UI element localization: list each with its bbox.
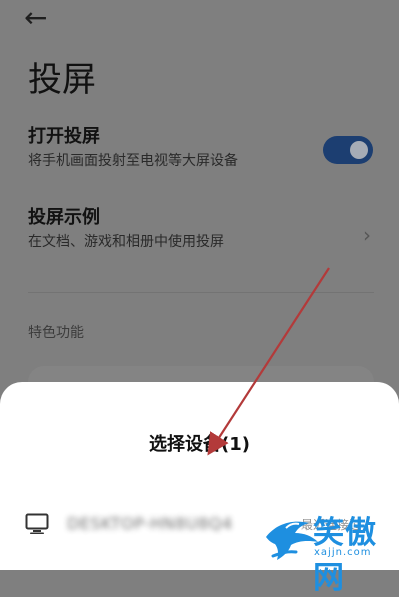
cast-examples-setting[interactable]: 投屏示例 在文档、游戏和相册中使用投屏 › [28, 207, 373, 255]
watermark-logo: 笑傲网 xajjn.com [263, 506, 391, 596]
divider [28, 292, 374, 293]
device-name: DESKTOP-HN8U8Q4 [67, 514, 233, 533]
back-button[interactable]: ← [24, 4, 60, 32]
toggle-knob [350, 141, 368, 159]
chevron-right-icon: › [363, 223, 371, 247]
open-cast-setting[interactable]: 打开投屏 将手机画面投射至电视等大屏设备 [28, 126, 373, 174]
back-arrow-icon: ← [24, 1, 48, 34]
page-title: 投屏 [28, 60, 96, 100]
watermark-subtitle: xajjn.com [314, 547, 372, 558]
open-cast-title: 打开投屏 [28, 126, 100, 147]
section-header-featured: 特色功能 [28, 325, 84, 341]
cast-examples-description: 在文档、游戏和相册中使用投屏 [28, 234, 224, 250]
cast-examples-title: 投屏示例 [28, 207, 100, 228]
monitor-icon [25, 513, 49, 534]
open-cast-description: 将手机画面投射至电视等大屏设备 [28, 153, 238, 169]
sheet-title: 选择设备(1) [149, 434, 250, 455]
open-cast-toggle[interactable] [323, 136, 373, 164]
